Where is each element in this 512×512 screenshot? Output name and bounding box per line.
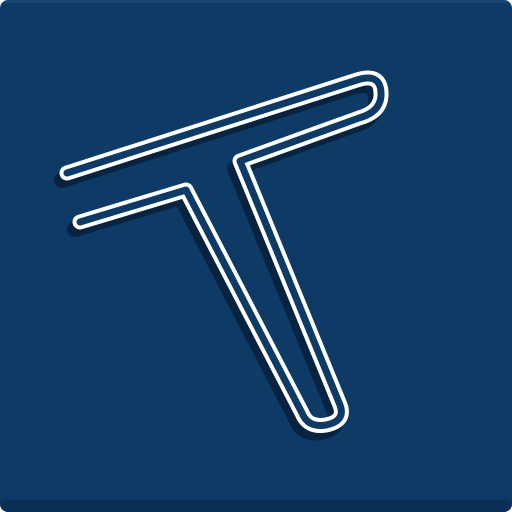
app-icon[interactable] — [0, 0, 512, 512]
icon-background — [0, 0, 512, 512]
icon-top-highlight — [0, 0, 512, 3]
letter-t-logo-icon — [0, 0, 512, 512]
icon-bottom-bevel — [0, 500, 512, 512]
